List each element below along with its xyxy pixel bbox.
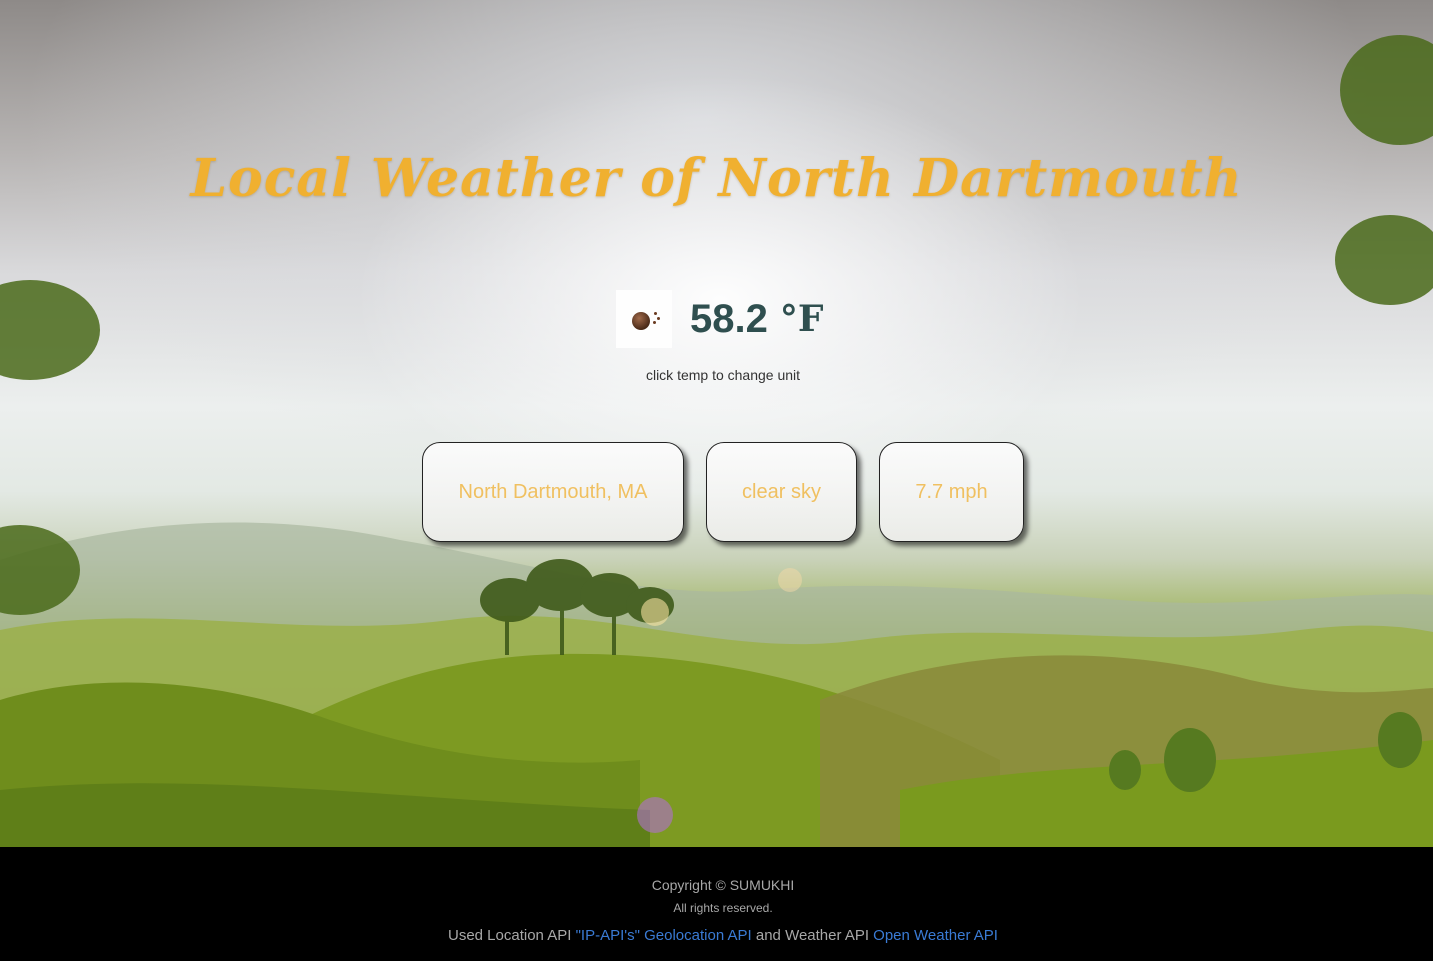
unit-toggle-hint: click temp to change unit — [645, 367, 801, 383]
location-text: North Dartmouth, MA — [458, 480, 648, 503]
wind-speed-card: 7.7 mph — [879, 442, 1024, 542]
landscape-illustration — [0, 35, 1433, 847]
temperature-value[interactable]: 58.2 — [690, 297, 768, 342]
rights-text: All rights reserved. — [673, 901, 773, 915]
weather-description-text: clear sky — [742, 480, 821, 503]
clear-sky-night-icon — [616, 290, 672, 348]
ip-api-link[interactable]: "IP-API's" Geolocation API — [576, 927, 752, 944]
page-title: Local Weather of North Dartmouth — [190, 148, 1243, 209]
weather-description-card: clear sky — [706, 442, 857, 542]
copyright-text: Copyright © SUMUKHI — [651, 877, 795, 893]
weather-page: Local Weather of North Dartmouth 58.2 °F… — [0, 0, 1433, 961]
open-weather-api-link[interactable]: Open Weather API — [873, 927, 998, 944]
footer: Copyright © SUMUKHI All rights reserved.… — [0, 847, 1433, 961]
background-landscape-image — [0, 0, 1433, 847]
api-credits: Used Location API "IP-API's" Geolocation… — [0, 927, 1433, 944]
wind-speed-text: 7.7 mph — [915, 480, 988, 503]
location-card: North Dartmouth, MA — [422, 442, 684, 542]
current-temperature-row: 58.2 °F — [616, 288, 823, 350]
temperature-unit-toggle[interactable]: °F — [780, 298, 824, 340]
credits-middle: and Weather API — [751, 927, 874, 944]
credits-prefix: Used Location API — [448, 927, 576, 944]
